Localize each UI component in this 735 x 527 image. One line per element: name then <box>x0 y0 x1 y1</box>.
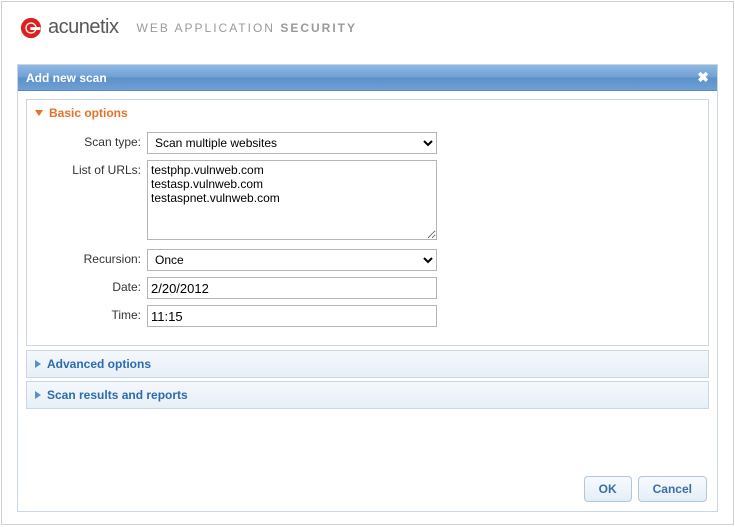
application-window: acunetix WEB APPLICATION SECURITY Add ne… <box>1 1 734 525</box>
scan-type-select[interactable]: Scan multiple websites <box>147 132 437 154</box>
label-recursion: Recursion: <box>37 249 147 266</box>
branding-bar: acunetix WEB APPLICATION SECURITY <box>2 2 733 49</box>
tagline: WEB APPLICATION SECURITY <box>137 21 358 35</box>
urls-textarea[interactable] <box>147 160 437 240</box>
section-results-title: Scan results and reports <box>47 388 188 402</box>
acunetix-logo-icon <box>20 17 42 39</box>
chevron-down-icon <box>35 110 43 116</box>
add-scan-dialog: Add new scan ✖ Basic options Scan type: … <box>17 64 718 512</box>
ok-button[interactable]: OK <box>584 476 632 502</box>
section-scan-results[interactable]: Scan results and reports <box>26 381 709 409</box>
section-results-header[interactable]: Scan results and reports <box>27 382 708 408</box>
section-basic-options: Basic options Scan type: Scan multiple w… <box>26 99 709 346</box>
row-recursion: Recursion: Once <box>37 249 698 271</box>
product-name: acunetix <box>48 16 119 39</box>
close-icon[interactable]: ✖ <box>697 69 709 86</box>
dialog-body: Basic options Scan type: Scan multiple w… <box>18 91 717 467</box>
section-basic-header[interactable]: Basic options <box>27 100 708 126</box>
dialog-title: Add new scan <box>26 71 107 85</box>
date-input[interactable] <box>147 277 437 299</box>
time-input[interactable] <box>147 305 437 327</box>
row-urls: List of URLs: <box>37 160 698 243</box>
section-basic-title: Basic options <box>49 106 128 120</box>
row-time: Time: <box>37 305 698 327</box>
label-scan-type: Scan type: <box>37 132 147 149</box>
basic-options-form: Scan type: Scan multiple websites List o… <box>27 126 708 345</box>
row-scan-type: Scan type: Scan multiple websites <box>37 132 698 154</box>
section-advanced-title: Advanced options <box>47 357 151 371</box>
section-advanced-header[interactable]: Advanced options <box>27 351 708 377</box>
label-urls: List of URLs: <box>37 160 147 177</box>
label-time: Time: <box>37 305 147 322</box>
cancel-button[interactable]: Cancel <box>638 476 707 502</box>
recursion-select[interactable]: Once <box>147 249 437 271</box>
row-date: Date: <box>37 277 698 299</box>
dialog-titlebar: Add new scan ✖ <box>18 65 717 91</box>
chevron-right-icon <box>35 360 41 368</box>
label-date: Date: <box>37 277 147 294</box>
dialog-footer: OK Cancel <box>18 467 717 511</box>
section-advanced-options[interactable]: Advanced options <box>26 350 709 378</box>
product-logo: acunetix <box>20 16 119 39</box>
chevron-right-icon <box>35 391 41 399</box>
